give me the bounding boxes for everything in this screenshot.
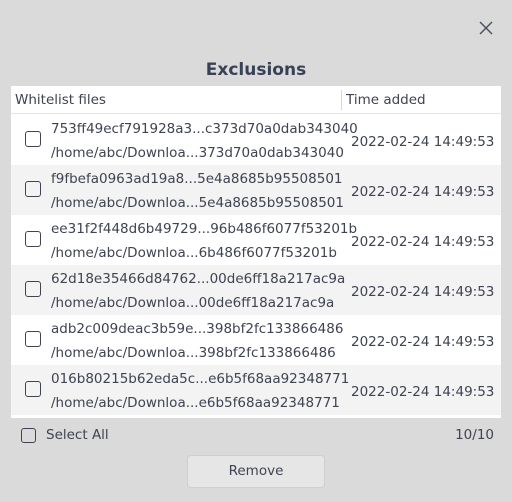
column-header-time[interactable]: Time added [346,92,426,108]
file-hash: 62d18e35466d84762...00de6ff18a217ac9a [51,271,346,287]
table-row[interactable]: adb2c009deac3b59e...398bf2fc133866486 /h… [11,315,501,365]
select-all-checkbox[interactable] [21,428,36,443]
file-path: /home/abc/Downloa...5e4a8685b95508501 [51,195,344,211]
time-added: 2022-02-24 14:49:53 [351,334,495,350]
row-checkbox[interactable] [25,281,41,297]
column-header-files[interactable]: Whitelist files [15,92,106,108]
table-row[interactable]: 016b80215b62eda5c...e6b5f68aa92348771 /h… [11,365,501,415]
table-header: Whitelist files Time added [11,86,501,114]
row-checkbox[interactable] [25,181,41,197]
file-hash: f9fbefa0963ad19a8...5e4a8685b95508501 [51,171,343,187]
time-added: 2022-02-24 14:49:53 [351,134,495,150]
row-checkbox[interactable] [25,381,41,397]
remove-button[interactable]: Remove [187,455,325,488]
time-added: 2022-02-24 14:49:53 [351,284,495,300]
close-icon[interactable] [476,18,496,38]
time-added: 2022-02-24 14:49:53 [351,184,495,200]
time-added: 2022-02-24 14:49:53 [351,234,495,250]
file-hash: adb2c009deac3b59e...398bf2fc133866486 [51,321,344,337]
selection-count: 10/10 [455,427,494,443]
dialog-title: Exclusions [205,60,307,80]
file-path: /home/abc/Downloa...e6b5f68aa92348771 [51,395,340,411]
row-checkbox[interactable] [25,331,41,347]
table-row[interactable]: f9fbefa0963ad19a8...5e4a8685b95508501 /h… [11,165,501,215]
row-checkbox[interactable] [25,131,41,147]
file-path: /home/abc/Downloa...00de6ff18a217ac9a [51,295,335,311]
file-hash: ee31f2f448d6b49729...96b486f6077f53201b [51,221,358,237]
whitelist-table: Whitelist files Time added 753ff49ecf791… [11,86,501,418]
table-row[interactable]: 62d18e35466d84762...00de6ff18a217ac9a /h… [11,265,501,315]
file-path: /home/abc/Downloa...6b486f6077f53201b [51,245,337,261]
time-added: 2022-02-24 14:49:53 [351,384,495,400]
file-path: /home/abc/Downloa...398bf2fc133866486 [51,345,336,361]
file-hash: 016b80215b62eda5c...e6b5f68aa92348771 [51,371,350,387]
exclusions-dialog: Exclusions Whitelist files Time added 75… [0,0,512,502]
select-all-label[interactable]: Select All [46,427,109,443]
table-row[interactable]: 753ff49ecf791928a3...c373d70a0dab343040 … [11,115,501,165]
file-path: /home/abc/Downloa...373d70a0dab343040 [51,145,344,161]
table-row[interactable]: ee31f2f448d6b49729...96b486f6077f53201b … [11,215,501,265]
column-divider[interactable] [341,90,342,110]
row-checkbox[interactable] [25,231,41,247]
file-hash: 753ff49ecf791928a3...c373d70a0dab343040 [51,121,358,137]
